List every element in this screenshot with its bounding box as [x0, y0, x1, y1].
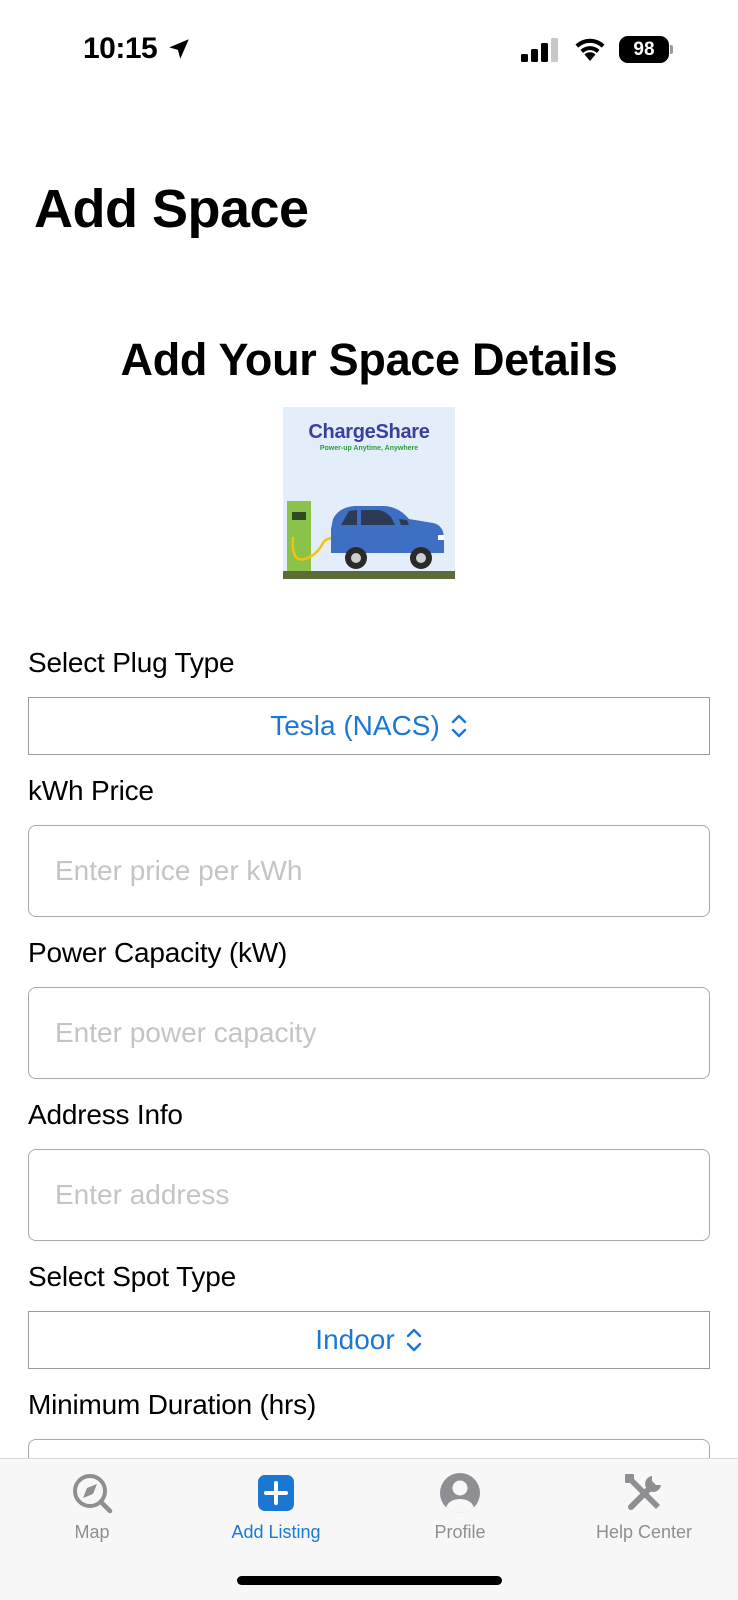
page-title: Add Space	[34, 179, 309, 239]
spot-type-picker[interactable]: Indoor	[28, 1311, 710, 1369]
tab-label-add-listing: Add Listing	[231, 1522, 321, 1542]
tab-label-profile: Profile	[434, 1522, 486, 1542]
tab-profile[interactable]: Profile	[368, 1459, 552, 1559]
logo-name: ChargeShare	[308, 421, 430, 443]
battery-indicator: 98	[619, 36, 673, 64]
min-duration-label: Minimum Duration (hrs)	[28, 1389, 317, 1420]
kwh-price-label: kWh Price	[28, 775, 154, 806]
address-label: Address Info	[28, 1099, 183, 1130]
section-heading: Add Your Space Details	[120, 334, 618, 385]
plug-type-label: Select Plug Type	[28, 647, 235, 678]
cellular-signal-icon	[521, 38, 558, 62]
plug-type-value: Tesla (NACS)	[270, 710, 440, 741]
chevron-up-down-icon	[406, 1328, 421, 1352]
chargeshare-logo: ChargeShare Power-up Anytime, Anywhere	[283, 407, 455, 579]
plus-square-icon	[258, 1475, 294, 1511]
spot-type-value: Indoor	[315, 1324, 395, 1355]
chevron-up-down-icon	[451, 714, 466, 738]
power-capacity-input[interactable]	[28, 987, 710, 1079]
plug-type-picker[interactable]: Tesla (NACS)	[28, 697, 710, 755]
person-circle-icon	[440, 1473, 480, 1513]
home-indicator	[237, 1576, 502, 1585]
ev-charging-car-illustration	[283, 501, 455, 579]
tab-map[interactable]: Map	[0, 1459, 184, 1559]
tab-label-map: Map	[74, 1522, 110, 1542]
battery-level: 98	[619, 36, 669, 63]
location-arrow-icon	[169, 39, 189, 59]
tab-label-help-center: Help Center	[595, 1522, 693, 1542]
spot-type-label: Select Spot Type	[28, 1261, 236, 1292]
address-input[interactable]	[28, 1149, 710, 1241]
tab-add-listing[interactable]: Add Listing	[184, 1459, 368, 1559]
tab-help-center[interactable]: Help Center	[552, 1459, 736, 1559]
tools-icon	[625, 1474, 661, 1510]
wifi-icon	[575, 38, 605, 61]
map-compass-icon	[73, 1474, 113, 1514]
logo-tagline: Power-up Anytime, Anywhere	[319, 445, 419, 452]
battery-tip	[670, 45, 673, 54]
status-time: 10:15	[83, 32, 158, 65]
power-capacity-label: Power Capacity (kW)	[28, 937, 288, 968]
status-bar: 10:15 98	[0, 0, 738, 100]
kwh-price-input[interactable]	[28, 825, 710, 917]
